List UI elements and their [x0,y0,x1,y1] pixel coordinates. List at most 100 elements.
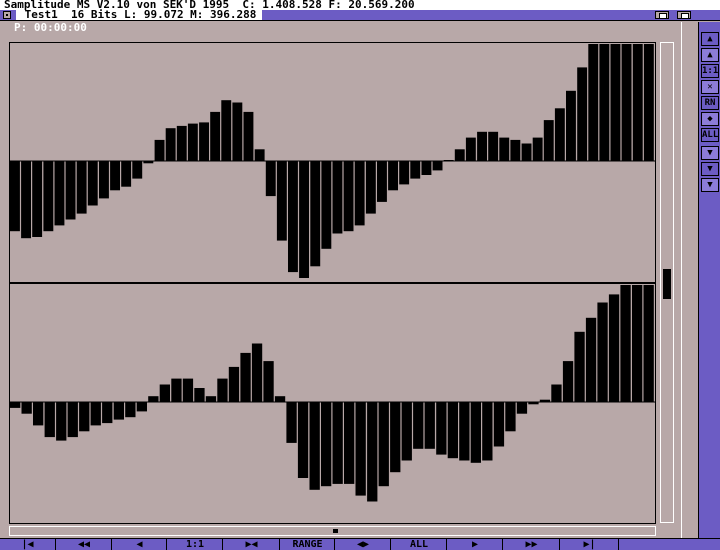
left-channel-sample-bar [532,137,543,161]
right-channel-sample-bar [102,402,113,424]
left-channel-sample-bar [176,125,187,161]
vertical-scrollbar[interactable] [660,42,674,523]
left-channel-sample-bar [99,161,109,199]
left-channel-sample-bar [621,44,632,161]
right-channel-sample-bar [585,317,597,402]
transport-bar: |◀ ◀◀ ◀ 1:1 ▶◀ RANGE ◀▶ ALL ▶ ▶▶ ▶| [0,538,720,550]
depth-gadget-icon[interactable] [677,11,691,19]
left-channel-sample-bar [543,120,554,161]
right-channel-sample-bar [562,361,574,402]
left-channel-sample-bar [410,161,421,179]
left-channel-sample-bar [254,149,265,161]
step-back-icon[interactable]: ◀ [113,539,167,550]
left-channel-sample-bar [365,161,376,214]
right-channel-sample-bar [516,402,528,414]
left-channel-sample-bar [87,161,98,206]
right-channel-sample-bar [643,285,654,402]
left-channel-sample-bar [288,161,298,273]
play-icon[interactable]: ▶ [448,539,503,550]
left-channel-sample-bar [577,67,588,161]
left-channel-sample-bar [332,161,343,234]
zoom-down-icon[interactable]: ▼ [701,146,719,160]
rewind-icon[interactable]: ◀◀ [57,539,112,550]
left-channel-sample-bar [354,161,365,226]
fast-forward-icon[interactable]: ▶▶ [504,539,560,550]
left-channel-sample-bar [521,143,532,162]
left-channel-sample-bar [187,123,198,161]
all-icon[interactable]: ALL [701,128,719,142]
zoom-out-down-icon[interactable]: ▼ [701,162,719,176]
left-channel-sample-bar [165,128,176,161]
left-channel-sample-bar [465,137,476,161]
right-channel-sample-bar [286,402,297,443]
right-channel-sample-bar [263,361,274,402]
one-to-one-icon[interactable]: 1:1 [168,539,223,550]
right-channel-sample-bar [56,402,67,441]
zoom-up-icon[interactable]: ▲ [701,48,719,62]
waveform-left-channel[interactable] [9,42,656,283]
right-channel-sample-bar [459,402,470,461]
left-channel-sample-bar [388,161,398,191]
right-channel-sample-bar [505,402,516,432]
left-channel-sample-bar [154,139,165,161]
right-channel-sample-bar [33,402,44,426]
window-title: Test1 16 Bits L: 99.072 M: 396.288 [16,9,263,20]
left-channel-sample-bar [343,161,354,232]
range-icon[interactable]: RN [701,96,719,110]
left-channel-sample-bar [243,111,254,161]
left-channel-sample-bar [232,102,243,161]
go-start-icon[interactable]: |◀ [0,539,56,550]
right-channel-sample-bar [367,402,378,502]
horizontal-scroll-knob[interactable] [333,529,338,533]
left-channel-sample-bar [632,44,643,161]
zoom-in-up-icon[interactable]: ▲ [701,32,719,46]
left-channel-sample-bar [54,161,65,226]
left-channel-sample-bar [43,161,54,232]
window-titlebar[interactable]: Test1 16 Bits L: 99.072 M: 396.288 [0,9,720,21]
left-channel-sample-bar [510,139,521,161]
waveform-right-channel[interactable] [9,283,656,524]
right-channel-sample-bar [136,402,147,412]
right-channel-sample-bar [113,402,124,420]
left-channel-sample-bar [477,131,487,162]
all-icon[interactable]: ALL [392,539,447,550]
range-icon[interactable]: RANGE [281,539,335,550]
left-channel-sample-bar [199,122,209,161]
left-channel-sample-bar [310,161,321,267]
expand-icon[interactable]: ◀▶ [336,539,391,550]
left-channel-sample-bar [499,137,510,161]
left-channel-sample-bar [454,149,465,161]
right-channel-sample-bar [171,378,182,402]
zoom-gadget-icon[interactable] [655,11,669,19]
right-channel-sample-bar [321,402,332,487]
right-channel-sample-bar [355,402,366,496]
close-gadget-icon[interactable] [3,11,11,19]
right-channel-sample-bar [551,384,562,403]
horizontal-scrollbar[interactable] [9,526,656,536]
right-channel-sample-bar [159,384,170,403]
left-channel-sample-bar [76,161,87,214]
scroll-down-icon[interactable]: ▼ [701,178,719,192]
right-channel-sample-bar [194,388,205,402]
right-channel-sample-bar [493,402,505,447]
one-to-one-icon[interactable]: 1:1 [701,64,719,78]
left-channel-sample-bar [143,161,154,164]
zoom-cross-icon[interactable]: ✕ [701,80,719,94]
right-channel-sample-bar [424,402,435,449]
diamond-icon[interactable]: ◆ [701,112,719,126]
right-channel-sample-bar [228,366,240,402]
right-channel-sample-bar [608,294,620,402]
right-channel-sample-bar [378,402,389,487]
right-channel-sample-bar [309,402,320,490]
vertical-scroll-knob[interactable] [663,269,671,299]
go-end-icon[interactable]: ▶| [561,539,619,550]
right-channel-sample-bar [148,396,159,403]
left-channel-sample-bar [443,160,454,161]
right-channel-sample-bar [297,402,309,478]
left-channel-sample-bar [432,161,443,171]
zoom-to-center-icon[interactable]: ▶◀ [224,539,280,550]
right-channel-sample-bar [125,402,136,418]
right-channel-sample-bar [44,402,55,438]
right-channel-sample-bar [251,343,263,402]
right-channel-sample-bar [413,402,424,449]
